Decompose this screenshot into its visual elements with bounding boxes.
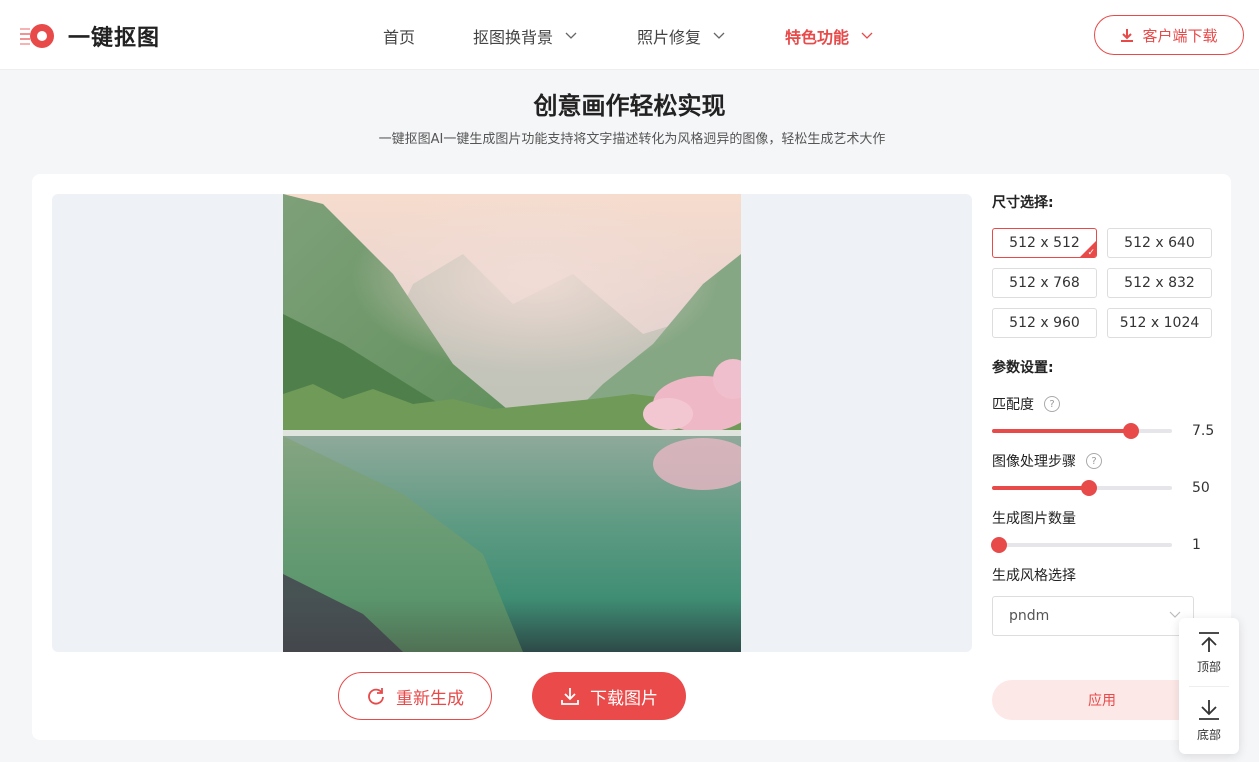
- style-select-label: 生成风格选择: [992, 565, 1076, 585]
- check-icon: ✓: [1087, 248, 1095, 258]
- nav-repair-label: 照片修复: [637, 28, 702, 47]
- match-degree-slider[interactable]: [992, 423, 1172, 439]
- image-preview-area: [52, 194, 972, 652]
- size-section-label: 尺寸选择:: [992, 195, 1054, 211]
- param-label-text: 生成图片数量: [992, 511, 1076, 527]
- refresh-icon: [368, 688, 384, 705]
- size-option-512x1024[interactable]: 512 x 1024: [1107, 308, 1212, 338]
- arrow-down-icon: [1199, 699, 1219, 720]
- style-label-text: 生成风格选择: [992, 568, 1076, 584]
- size-option-512x832[interactable]: 512 x 832: [1107, 268, 1212, 298]
- nav-cutout-label: 抠图换背景: [473, 28, 554, 47]
- image-count-value: 1: [1192, 537, 1201, 553]
- size-option-label: 512 x 1024: [1119, 315, 1200, 331]
- size-option-512x512[interactable]: 512 x 512 ✓: [992, 228, 1097, 258]
- size-option-label: 512 x 960: [1009, 315, 1080, 331]
- regenerate-label: 重新生成: [396, 688, 464, 709]
- apply-label: 应用: [1088, 693, 1116, 709]
- nav-special-features[interactable]: 特色功能: [785, 24, 873, 48]
- scroll-top-label: 顶部: [1196, 659, 1221, 674]
- nav-special-label: 特色功能: [785, 28, 850, 47]
- arrow-up-icon: [1199, 631, 1219, 652]
- scroll-shortcut-bar: 顶部 底部: [1179, 618, 1239, 754]
- download-image-button[interactable]: 下载图片: [532, 672, 686, 720]
- match-degree-label: 匹配度 ?: [992, 394, 1060, 414]
- nav-home-label: 首页: [383, 28, 416, 47]
- slider-handle[interactable]: [1122, 423, 1139, 439]
- match-degree-value: 7.5: [1192, 423, 1215, 439]
- logo-text: 一键抠图: [68, 26, 161, 51]
- params-section-label: 参数设置:: [992, 360, 1054, 376]
- slider-track: [992, 543, 1172, 547]
- slider-handle[interactable]: [991, 537, 1008, 553]
- logo-icon: [20, 20, 56, 52]
- param-label-text: 匹配度: [992, 397, 1034, 413]
- page-subtitle: 一键抠图AI一键生成图片功能支持将文字描述转化为风格迥异的图像，轻松生成艺术大作: [378, 132, 886, 147]
- style-select[interactable]: pndm: [992, 596, 1194, 636]
- size-option-label: 512 x 832: [1124, 275, 1195, 291]
- size-option-label: 512 x 512: [1009, 235, 1080, 251]
- download-image-label: 下载图片: [590, 688, 658, 709]
- image-count-slider[interactable]: [991, 537, 1172, 553]
- logo[interactable]: 一键抠图: [20, 20, 160, 52]
- client-download-button[interactable]: 客户端下载: [1094, 15, 1244, 55]
- nav-photo-repair[interactable]: 照片修复: [637, 24, 725, 48]
- nav-cutout-background[interactable]: 抠图换背景: [473, 24, 577, 48]
- help-icon[interactable]: ?: [1086, 453, 1102, 469]
- scroll-top-button[interactable]: 顶部: [1179, 618, 1239, 686]
- size-option-512x768[interactable]: 512 x 768: [992, 268, 1097, 298]
- chevron-down-icon: [565, 32, 577, 39]
- generated-image: [283, 194, 741, 652]
- top-header: 一键抠图 首页 抠图换背景 照片修复 特色功能 客户端下载: [0, 0, 1259, 70]
- size-option-label: 512 x 640: [1124, 235, 1195, 251]
- size-option-512x640[interactable]: 512 x 640: [1107, 228, 1212, 258]
- processing-steps-label: 图像处理步骤 ?: [992, 451, 1102, 471]
- help-icon[interactable]: ?: [1044, 396, 1060, 412]
- page-title: 创意画作轻松实现: [533, 92, 726, 120]
- scroll-bottom-label: 底部: [1196, 727, 1221, 742]
- image-count-label: 生成图片数量: [992, 508, 1076, 528]
- param-label-text: 图像处理步骤: [992, 454, 1076, 470]
- chevron-down-icon: [713, 32, 725, 39]
- slider-handle[interactable]: [1081, 480, 1098, 496]
- scroll-bottom-button[interactable]: 底部: [1179, 686, 1239, 754]
- download-icon: [1121, 28, 1134, 42]
- client-download-label: 客户端下载: [1142, 26, 1218, 45]
- slider-fill: [992, 429, 1131, 433]
- chevron-down-icon: [861, 32, 873, 39]
- nav-home[interactable]: 首页: [383, 24, 415, 48]
- slider-fill: [992, 486, 1090, 490]
- size-option-512x960[interactable]: 512 x 960: [992, 308, 1097, 338]
- style-select-value: pndm: [1009, 608, 1050, 624]
- processing-steps-slider[interactable]: [992, 480, 1172, 496]
- regenerate-button[interactable]: 重新生成: [338, 672, 492, 720]
- download-icon: [561, 688, 579, 705]
- size-option-label: 512 x 768: [1009, 275, 1080, 291]
- processing-steps-value: 50: [1192, 480, 1210, 496]
